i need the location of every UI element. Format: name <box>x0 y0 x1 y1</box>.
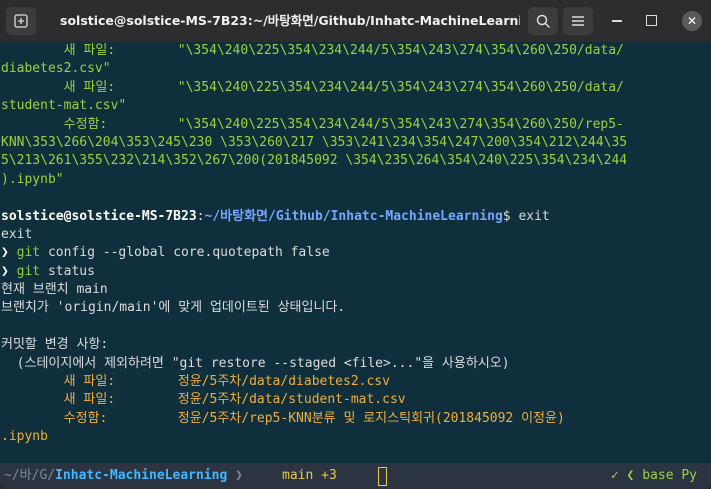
text-cursor <box>378 467 387 486</box>
env-status: ✓ ❮ base Py <box>611 463 697 489</box>
terminal-text: git <box>16 245 41 261</box>
terminal-line: ).ipynb" <box>1 171 711 189</box>
terminal-line: exit <box>1 226 711 244</box>
terminal-line: solstice@solstice-MS-7B23:~/바탕화면/Github/… <box>1 208 711 226</box>
terminal-text: $ exit <box>502 208 550 224</box>
terminal-text: 새 파일: "\354\240\225\354\234\244/5\354\24… <box>1 43 624 58</box>
new-tab-icon <box>14 14 28 28</box>
terminal-text: KNN\353\266\204\353\245\230 \353\260\217… <box>1 134 628 150</box>
terminal-text: ❯ <box>1 263 17 279</box>
prompt-current-dir: Inhatc-MachineLearning <box>55 468 228 483</box>
terminal-text: git <box>16 263 41 279</box>
terminal-text: ).ipynb" <box>1 171 64 187</box>
terminal-text: (스테이지에서 제외하려면 "git restore --staged <fil… <box>1 355 510 371</box>
terminal-line: 5\213\261\355\232\214\352\267\200(201845… <box>1 152 711 170</box>
terminal-line: (스테이지에서 제외하려면 "git restore --staged <fil… <box>1 355 711 373</box>
terminal-line: 새 파일: "\354\240\225\354\234\244/5\354\24… <box>1 79 711 97</box>
prompt-separator: ❯ <box>235 468 243 483</box>
terminal-text: 브랜치가 'origin/main'에 맞게 업데이트된 상태입니다. <box>1 300 346 316</box>
terminal-text: .ipynb <box>1 429 48 445</box>
terminal-line: KNN\353\266\204\353\245\230 \353\260\217… <box>1 134 711 152</box>
terminal-text: 5\213\261\355\232\214\352\267\200(201845… <box>1 153 628 169</box>
terminal-text: ~/바탕화면/Github/Inhatc-MachineLearning <box>204 208 503 224</box>
window-title: solstice@solstice-MS-7B23:~/바탕화면/Github/… <box>60 13 520 28</box>
terminal-text: 현재 브랜치 main <box>1 282 108 298</box>
terminal-line: 새 파일: 정윤/5주차/data/student-mat.csv <box>1 391 711 409</box>
terminal-line: 커밋할 변경 사항: <box>1 336 711 354</box>
terminal-line: 새 파일: 정윤/5주차/data/diabetes2.csv <box>1 373 711 391</box>
terminal-line: .ipynb <box>1 428 711 446</box>
title-bar: solstice@solstice-MS-7B23:~/바탕화면/Github/… <box>0 0 711 42</box>
terminal-line: student-mat.csv" <box>1 97 711 115</box>
prompt-path: ~/바/G/Inhatc-MachineLearning ❯ <box>0 463 243 489</box>
terminal-line: diabetes2.csv" <box>1 60 711 78</box>
search-button[interactable] <box>528 7 558 35</box>
terminal-text: 새 파일: 정윤/5주차/data/student-mat.csv <box>1 392 406 408</box>
terminal-output[interactable]: 새 파일: "\354\240\225\354\234\244/5\354\24… <box>0 42 711 463</box>
conda-env: ✓ ❮ base Py <box>610 468 697 483</box>
prompt-path-prefix: ~/바/G/ <box>4 468 56 483</box>
maximize-button[interactable] <box>646 15 657 26</box>
hamburger-menu-icon <box>572 16 584 26</box>
terminal-line: ❯ git config --global core.quotepath fal… <box>1 244 711 262</box>
new-tab-button[interactable] <box>6 7 36 35</box>
terminal-text: 수정함: "\354\240\225\354\234\244/5\354\243… <box>1 116 624 132</box>
terminal-text: status <box>40 263 95 279</box>
terminal-text: exit <box>1 226 33 242</box>
terminal-text: config --global core.quotepath false <box>40 245 330 261</box>
close-button[interactable]: ✕ <box>682 11 702 31</box>
terminal-text: ❯ <box>1 245 17 261</box>
shell-status-bar: ~/바/G/Inhatc-MachineLearning ❯ main +3 ✓… <box>0 463 711 489</box>
terminal-text: solstice@solstice-MS-7B23 <box>1 208 197 224</box>
close-icon: ✕ <box>686 14 698 28</box>
terminal-line: 수정함: 정윤/5주차/rep5-KNN분류 및 로지스틱회귀(20184509… <box>1 410 711 428</box>
git-branch-status: main +3 <box>282 468 337 483</box>
terminal-line: ❯ git status <box>1 263 711 281</box>
terminal-line: 브랜치가 'origin/main'에 맞게 업데이트된 상태입니다. <box>1 299 711 317</box>
terminal-text: student-mat.csv" <box>1 98 127 114</box>
terminal-text: 새 파일: "\354\240\225\354\234\244/5\354\24… <box>1 79 624 95</box>
terminal-line: 새 파일: "\354\240\225\354\234\244/5\354\24… <box>1 42 711 60</box>
terminal-line: 수정함: "\354\240\225\354\234\244/5\354\243… <box>1 116 711 134</box>
terminal-text: 커밋할 변경 사항: <box>1 337 109 353</box>
terminal-text: 수정함: 정윤/5주차/rep5-KNN분류 및 로지스틱회귀(20184509… <box>1 410 565 426</box>
search-icon <box>536 14 550 28</box>
terminal-text: 새 파일: 정윤/5주차/data/diabetes2.csv <box>1 374 390 390</box>
menu-button[interactable] <box>563 7 593 35</box>
terminal-text: diabetes2.csv" <box>1 61 111 77</box>
terminal-text: : <box>196 208 205 224</box>
minimize-button[interactable] <box>612 20 622 22</box>
terminal-window: solstice@solstice-MS-7B23:~/바탕화면/Github/… <box>0 0 711 489</box>
terminal-line: 현재 브랜치 main <box>1 281 711 299</box>
